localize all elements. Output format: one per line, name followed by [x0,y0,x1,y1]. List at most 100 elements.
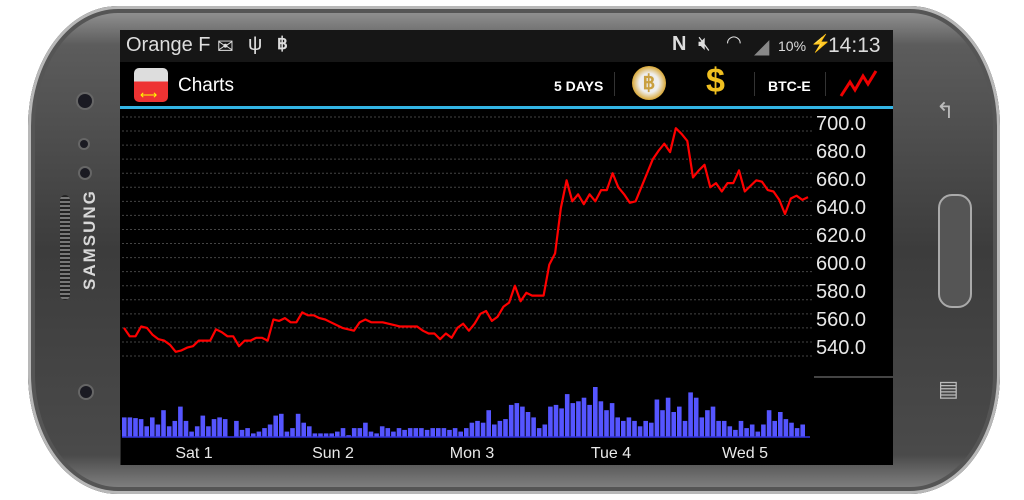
volume-bar [632,420,637,437]
volume-bar [133,418,138,437]
volume-bar [430,428,435,437]
y-tick-label: 700.0 [816,113,867,135]
volume-bar [402,429,407,437]
volume-bar [660,410,665,437]
volume-bar [492,424,497,437]
volume-bar [284,431,290,437]
volume-bar [721,420,727,437]
volume-bar [626,417,632,437]
home-button[interactable] [938,194,972,308]
volume-bar [307,426,312,437]
volume-bar [150,417,155,437]
volume-bar [464,428,469,437]
volume-bar [520,406,525,437]
volume-bar [155,424,161,437]
volume-bar [379,426,385,437]
volume-bar [363,422,368,437]
x-tick-label: Mon 3 [449,445,495,462]
volume-bar [559,408,564,437]
volume-bar [441,428,447,437]
y-tick-label: 600.0 [816,253,867,275]
volume-bar [295,413,301,437]
volume-bar [699,417,705,437]
volume-bar [525,412,531,437]
volume-bar [564,394,570,437]
volume-bar [548,406,553,437]
volume-bar [621,420,626,437]
y-tick-label: 580.0 [816,281,867,303]
volume-bar [161,410,166,437]
y-tick-label: 620.0 [816,225,867,247]
volume-bar [637,426,643,437]
volume-bar [688,392,693,437]
volume-bar [189,431,194,437]
volume-bar [262,428,267,437]
volume-bar [234,420,239,437]
volume-bar [766,410,772,437]
back-button[interactable]: ↰ [936,98,954,124]
volume-bar [127,417,133,437]
volume-bar [570,403,576,437]
volume-bar [593,387,598,437]
volume-bar [542,424,548,437]
volume-bar [211,419,217,437]
brand-logo: SAMSUNG [80,189,99,290]
volume-bar [424,429,430,437]
volume-bar [368,431,374,437]
volume-bar [581,397,587,437]
volume-bar [475,420,480,437]
volume-bar [351,428,357,437]
volume-bar [290,428,295,437]
volume-bar [419,428,424,437]
volume-bar [727,426,733,437]
volume-bar [452,428,458,437]
sensor-icon [80,168,90,178]
volume-bar [604,410,609,437]
volume-bar [576,401,581,437]
x-tick-label: Tue 4 [590,445,632,462]
volume-bar [183,420,189,437]
volume-bar [273,415,278,437]
volume-bar [553,404,559,437]
volume-bar [447,429,452,437]
volume-bar [536,428,542,437]
volume-bar [122,417,127,437]
volume-bar [665,397,671,437]
volume-bar [789,422,794,437]
volume-bar [800,424,805,437]
volume-bar [138,419,144,437]
y-tick-label: 540.0 [816,337,867,359]
volume-bar [217,417,222,437]
volume-bar [413,428,419,437]
price-chart [120,116,893,465]
volume-bar [239,429,245,437]
volume-bar [335,431,340,437]
volume-bar [772,420,777,437]
volume-bar [749,424,755,437]
y-tick-label: 680.0 [816,141,867,163]
screen: Orange F ✉ ψ ฿ N 🔇︎ ◠ ◢ 10% ⚡ 14:13 ⟷ Ch… [120,30,893,465]
volume-bar [206,426,211,437]
volume-bar [738,420,744,437]
x-tick-label: Sat 1 [175,445,213,462]
volume-bar [755,431,761,437]
volume-bar [469,422,475,437]
volume-bar [671,412,676,437]
speaker-grille [60,195,70,300]
volume-bar [794,428,800,437]
volume-bar [705,410,710,437]
volume-bar [480,422,486,437]
volume-bar [407,428,413,437]
volume-bar [654,399,660,437]
volume-bar [508,404,514,437]
volume-bar [716,420,721,437]
front-camera-icon [78,94,92,108]
menu-button[interactable]: ▤ [938,376,959,402]
volume-bar [391,431,396,437]
y-tick-label: 560.0 [816,309,867,331]
volume-bar [436,428,441,437]
volume-bar [256,431,262,437]
volume-bar [778,412,783,437]
volume-bar [267,424,273,437]
volume-bar [172,420,178,437]
